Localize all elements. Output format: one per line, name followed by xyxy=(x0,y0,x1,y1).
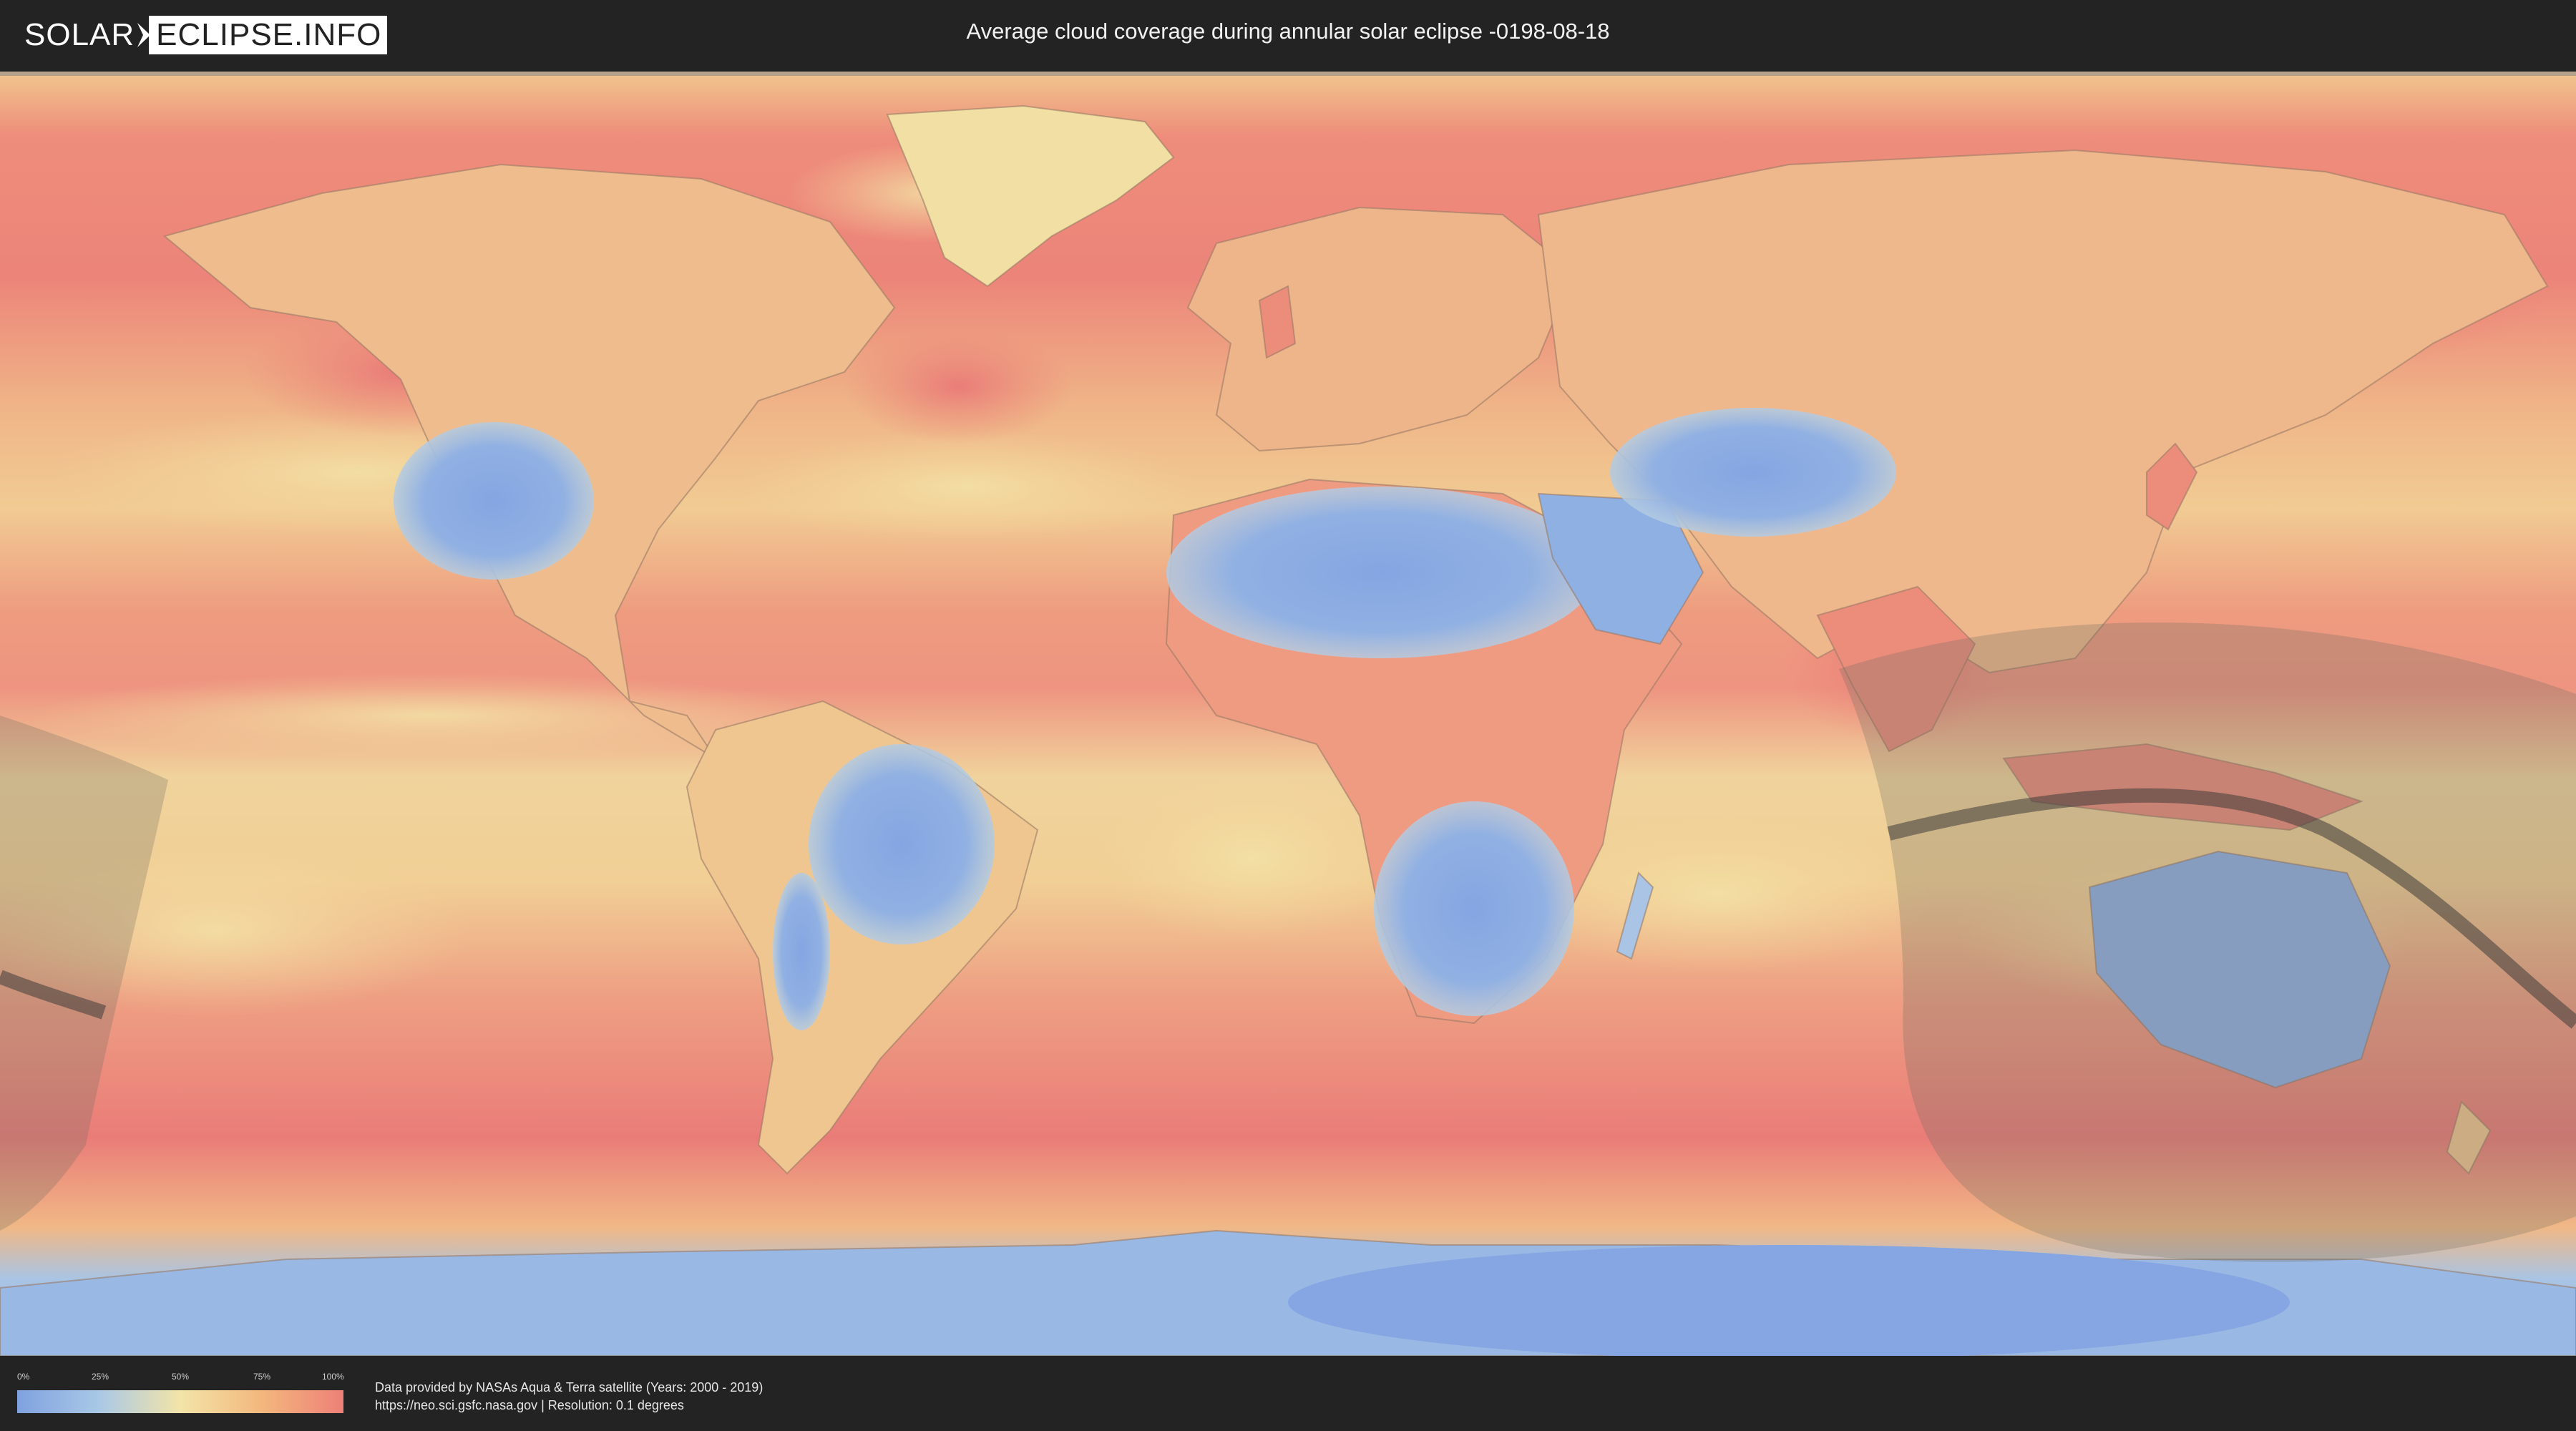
page: SOLAR ECLIPSE.INFO Average cloud coverag… xyxy=(0,0,2576,1431)
footer-bar: 0% 25% 50% 75% 100% Data provided by NAS… xyxy=(0,1356,2576,1431)
sahara-clear xyxy=(1166,487,1596,658)
cloud-coverage-legend: 0% 25% 50% 75% 100% xyxy=(17,1370,344,1422)
southwest-us-clear xyxy=(394,422,594,580)
map-top-edge xyxy=(0,72,2576,76)
central-asia-clear xyxy=(1610,408,1896,537)
page-title: Average cloud coverage during annular so… xyxy=(966,19,1610,44)
legend-tick-0: 0% xyxy=(17,1372,30,1382)
data-source-info: Data provided by NASAs Aqua & Terra sate… xyxy=(375,1379,763,1415)
legend-tick-25: 25% xyxy=(92,1372,109,1382)
eclipse-partial-zone-east xyxy=(1839,622,2576,1262)
brazil-clear xyxy=(809,744,995,944)
legend-tick-75: 75% xyxy=(253,1372,271,1382)
antarctica-inner-clear xyxy=(1288,1245,2290,1356)
andes-clear xyxy=(773,873,830,1030)
data-source-line-1: Data provided by NASAs Aqua & Terra sate… xyxy=(375,1380,763,1395)
southern-africa-clear xyxy=(1374,801,1574,1016)
legend-tick-100: 100% xyxy=(322,1372,344,1382)
legend-ticks: 0% 25% 50% 75% 100% xyxy=(17,1370,344,1386)
legend-color-scale xyxy=(17,1390,343,1413)
legend-tick-50: 50% xyxy=(172,1372,190,1382)
cloud-coverage-map[interactable] xyxy=(0,72,2576,1356)
data-source-line-2[interactable]: https://neo.sci.gsfc.nasa.gov | Resoluti… xyxy=(375,1397,763,1415)
header-bar: SOLAR ECLIPSE.INFO Average cloud coverag… xyxy=(0,0,2576,72)
